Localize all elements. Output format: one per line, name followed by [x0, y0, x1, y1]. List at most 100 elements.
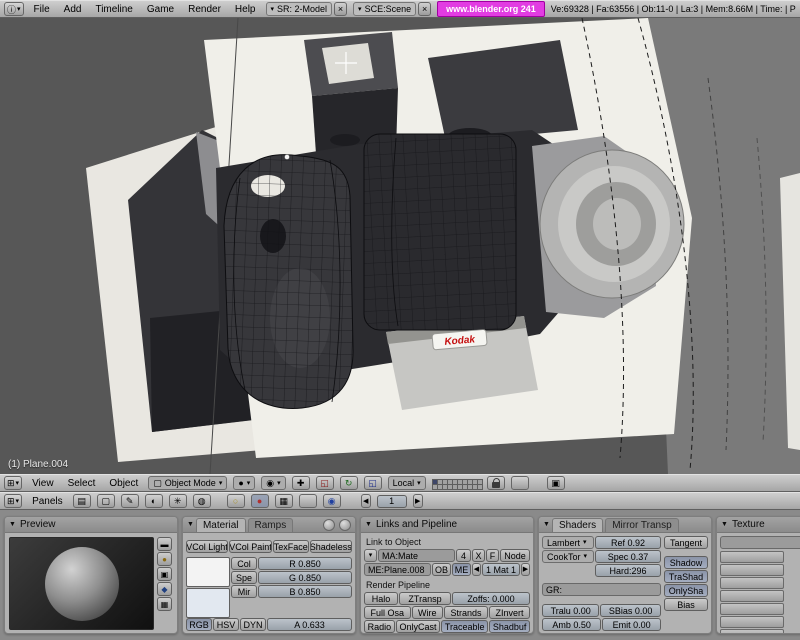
- bias-toggle[interactable]: Bias: [664, 598, 708, 611]
- spe-button[interactable]: Spe: [231, 571, 257, 584]
- material-name-field[interactable]: MA:Mate: [378, 549, 455, 562]
- texture-channel-slot[interactable]: [720, 603, 784, 615]
- ref-slider[interactable]: Ref 0.92: [595, 536, 661, 549]
- trashad-toggle[interactable]: TraShad: [664, 570, 708, 583]
- render-preview-button[interactable]: ▣: [546, 476, 565, 490]
- strands-toggle[interactable]: Strands: [443, 606, 488, 619]
- mir-button[interactable]: Mir: [231, 585, 257, 598]
- menu-view[interactable]: View: [28, 478, 58, 489]
- vcol-light-toggle[interactable]: VCol Light: [186, 540, 229, 553]
- menu-timeline[interactable]: Timeline: [91, 4, 136, 15]
- col-button[interactable]: Col: [231, 557, 257, 570]
- buttons-window-type-button[interactable]: ⊞ ▾: [4, 494, 23, 508]
- preview-panel-header[interactable]: ▼ Preview: [5, 517, 177, 533]
- tab-ramps[interactable]: Ramps: [247, 518, 294, 532]
- layer-20[interactable]: [476, 483, 483, 490]
- specular-color-swatch[interactable]: [186, 588, 230, 618]
- panel-drag-icon[interactable]: [323, 518, 335, 531]
- collapse-icon[interactable]: ▼: [365, 521, 372, 528]
- radio-toggle[interactable]: Radio: [364, 620, 395, 633]
- texture-channel-slot[interactable]: [720, 551, 784, 563]
- menu-select[interactable]: Select: [64, 478, 100, 489]
- viewport-window-type-button[interactable]: ⊞ ▾: [4, 476, 23, 490]
- translate-manipulator-button[interactable]: ◱: [315, 476, 334, 490]
- screen-delete-button[interactable]: ×: [334, 2, 348, 16]
- texface-toggle[interactable]: TexFace: [272, 540, 309, 553]
- material-slot-field[interactable]: 1 Mat 1: [482, 563, 520, 576]
- pivot-dropdown[interactable]: ◉ ▾: [261, 476, 286, 490]
- preview-plane-button[interactable]: ▬: [157, 537, 172, 551]
- orientation-dropdown[interactable]: Local ▾: [387, 476, 426, 490]
- preview-cube-button[interactable]: ▣: [157, 567, 172, 581]
- material-browse-button[interactable]: ▾: [364, 549, 377, 562]
- alpha-slider[interactable]: A 0.633: [267, 618, 352, 631]
- ztransp-toggle[interactable]: ZTransp: [399, 592, 451, 605]
- menu-help[interactable]: Help: [231, 4, 260, 15]
- material-slot-next-button[interactable]: ▶: [521, 563, 530, 576]
- preview-sphere-button[interactable]: ●: [157, 552, 172, 566]
- mode-dropdown[interactable]: ▢ Object Mode ▾: [148, 476, 228, 490]
- radiosity-subcontext-button[interactable]: [298, 494, 317, 508]
- full-osa-toggle[interactable]: Full Osa: [364, 606, 411, 619]
- proportional-edit-button[interactable]: [510, 476, 529, 490]
- material-fake-user-button[interactable]: F: [486, 549, 499, 562]
- material-subcontext-button[interactable]: ●: [250, 494, 269, 508]
- dyn-mode-button[interactable]: DYN: [240, 618, 266, 631]
- ob-link-button[interactable]: OB: [432, 563, 451, 576]
- menu-game[interactable]: Game: [143, 4, 178, 15]
- links-panel-header[interactable]: ▼ Links and Pipeline: [361, 517, 533, 533]
- material-unlink-button[interactable]: X: [472, 549, 485, 562]
- texture-subcontext-button[interactable]: ▦: [274, 494, 293, 508]
- menu-add[interactable]: Add: [60, 4, 86, 15]
- tangent-toggle[interactable]: Tangent: [664, 536, 708, 549]
- color-r-slider[interactable]: R 0.850: [258, 557, 352, 570]
- layer-buttons[interactable]: [431, 478, 483, 490]
- texture-channel-slot[interactable]: [720, 590, 784, 602]
- lamp-subcontext-button[interactable]: ○: [226, 494, 245, 508]
- frame-increment-button[interactable]: ▶: [412, 494, 423, 508]
- spec-slider[interactable]: Spec 0.37: [595, 550, 661, 563]
- group-field[interactable]: GR:: [542, 583, 661, 596]
- menu-render[interactable]: Render: [184, 4, 225, 15]
- menu-panels[interactable]: Panels: [28, 496, 67, 507]
- panel-options-icon[interactable]: [339, 518, 351, 531]
- diffuse-color-swatch[interactable]: [186, 557, 230, 587]
- draw-type-dropdown[interactable]: ● ▾: [233, 476, 256, 490]
- me-link-button[interactable]: ME: [452, 563, 471, 576]
- menu-object[interactable]: Object: [105, 478, 142, 489]
- texture-channel-slot[interactable]: [720, 577, 784, 589]
- viewport-3d[interactable]: Kodak (1) Plane.004: [0, 17, 800, 475]
- rgb-mode-button[interactable]: RGB: [186, 618, 212, 631]
- collapse-icon[interactable]: ▼: [187, 521, 194, 528]
- halo-toggle[interactable]: Halo: [364, 592, 398, 605]
- material-slot-prev-button[interactable]: ◀: [472, 563, 481, 576]
- editing-context-button[interactable]: ✳: [168, 494, 187, 508]
- texture-channel-slot[interactable]: [720, 564, 784, 576]
- diffuse-shader-dropdown[interactable]: Lambert ▾: [542, 536, 594, 549]
- onlycast-toggle[interactable]: OnlyCast: [395, 620, 441, 633]
- onlysha-toggle[interactable]: OnlySha: [664, 584, 708, 597]
- world-subcontext-button[interactable]: ◉: [322, 494, 341, 508]
- shading-context-button[interactable]: ◐: [144, 494, 163, 508]
- zoffs-field[interactable]: Zoffs: 0.000: [452, 592, 530, 605]
- hard-slider[interactable]: Hard:296: [595, 564, 661, 577]
- collapse-icon[interactable]: ▼: [9, 521, 16, 528]
- specular-shader-dropdown[interactable]: CookTor ▾: [542, 550, 594, 563]
- texture-name-field[interactable]: [720, 536, 800, 549]
- emit-slider[interactable]: Emit 0.00: [602, 618, 661, 631]
- color-g-slider[interactable]: G 0.850: [258, 571, 352, 584]
- menu-file[interactable]: File: [30, 4, 54, 15]
- wire-toggle[interactable]: Wire: [411, 606, 443, 619]
- traceable-toggle[interactable]: Traceable: [441, 620, 489, 633]
- tab-mirror-transp[interactable]: Mirror Transp: [605, 518, 679, 532]
- scene-selector[interactable]: ▾ SCE:Scene: [353, 2, 417, 16]
- rotate-manipulator-button[interactable]: ↻: [339, 476, 358, 490]
- scene-delete-button[interactable]: ×: [418, 2, 432, 16]
- vcol-paint-toggle[interactable]: VCol Paint: [229, 540, 272, 553]
- zinvert-toggle[interactable]: ZInvert: [489, 606, 530, 619]
- collapse-icon[interactable]: ▼: [543, 521, 550, 528]
- node-button[interactable]: Node: [500, 549, 530, 562]
- script-context-button[interactable]: ✎: [120, 494, 139, 508]
- material-users-button[interactable]: 4: [456, 549, 471, 562]
- manipulator-toggle-button[interactable]: ✚: [291, 476, 310, 490]
